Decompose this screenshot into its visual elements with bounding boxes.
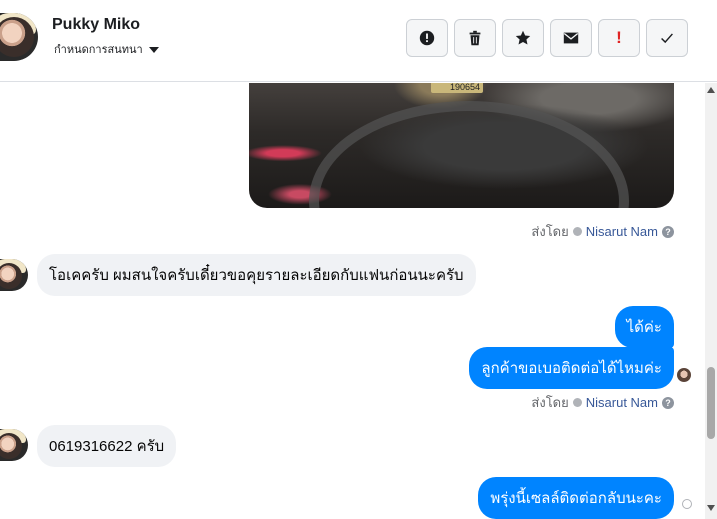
trash-icon [469,30,481,46]
spam-button[interactable] [406,19,448,57]
sent-status-icon [572,398,582,407]
conversation-header: Pukky Miko กำหนดการสนทนา ! [0,0,717,82]
star-button[interactable] [502,19,544,57]
contact-avatar-small[interactable] [0,259,28,291]
sender-name[interactable]: Nisarut Nam [586,224,658,239]
delete-button[interactable] [454,19,496,57]
sender-name[interactable]: Nisarut Nam [586,395,658,410]
check-icon [661,33,673,44]
seen-avatar [677,368,691,382]
mark-done-button[interactable] [646,19,688,57]
sent-by-prefix: ส่งโดย [531,224,569,239]
assign-label: กำหนดการสนทนา [54,44,143,56]
scroll-up-arrow[interactable] [707,87,715,93]
help-icon[interactable]: ? [662,225,674,238]
scroll-thumb[interactable] [707,367,715,439]
assign-conversation-dropdown[interactable]: กำหนดการสนทนา [54,40,159,58]
contact-avatar[interactable] [0,13,38,61]
message-photo[interactable]: 190654 [249,83,674,208]
chevron-down-icon [148,46,159,53]
sent-by-label: ส่งโดย Nisarut Nam ? [531,392,674,413]
exclamation-icon: ! [616,28,622,47]
star-icon [515,30,531,45]
follow-up-button[interactable]: ! [598,19,640,57]
sent-by-prefix: ส่งโดย [531,395,569,410]
help-icon[interactable]: ? [662,396,674,409]
scroll-down-arrow[interactable] [707,505,715,511]
scrollbar[interactable] [705,83,717,519]
incoming-message[interactable]: 0619316622 ครับ [37,425,177,467]
envelope-icon [563,32,579,44]
outgoing-message[interactable]: ได้ค่ะ [614,306,674,348]
sent-status-icon [572,227,582,236]
odometer-readout: 190654 [431,83,483,93]
contact-name[interactable]: Pukky Miko [52,16,140,34]
outgoing-message[interactable]: พรุ่งนี้เซลล์ติดต่อกลับนะคะ [478,477,674,519]
alert-circle-icon [419,30,435,46]
sent-by-label: ส่งโดย Nisarut Nam ? [531,221,674,242]
incoming-message[interactable]: โอเคครับ ผมสนใจครับเดี๋ยวขอคุยรายละเอียด… [37,254,476,296]
delivered-icon [682,499,692,509]
mark-unread-button[interactable] [550,19,592,57]
message-thread[interactable]: 190654 ส่งโดย Nisarut Nam ? โอเคครับ ผมส… [0,83,705,519]
outgoing-message[interactable]: ลูกค้าขอเบอติดต่อได้ไหมค่ะ [469,347,674,389]
contact-avatar-small[interactable] [0,429,28,461]
